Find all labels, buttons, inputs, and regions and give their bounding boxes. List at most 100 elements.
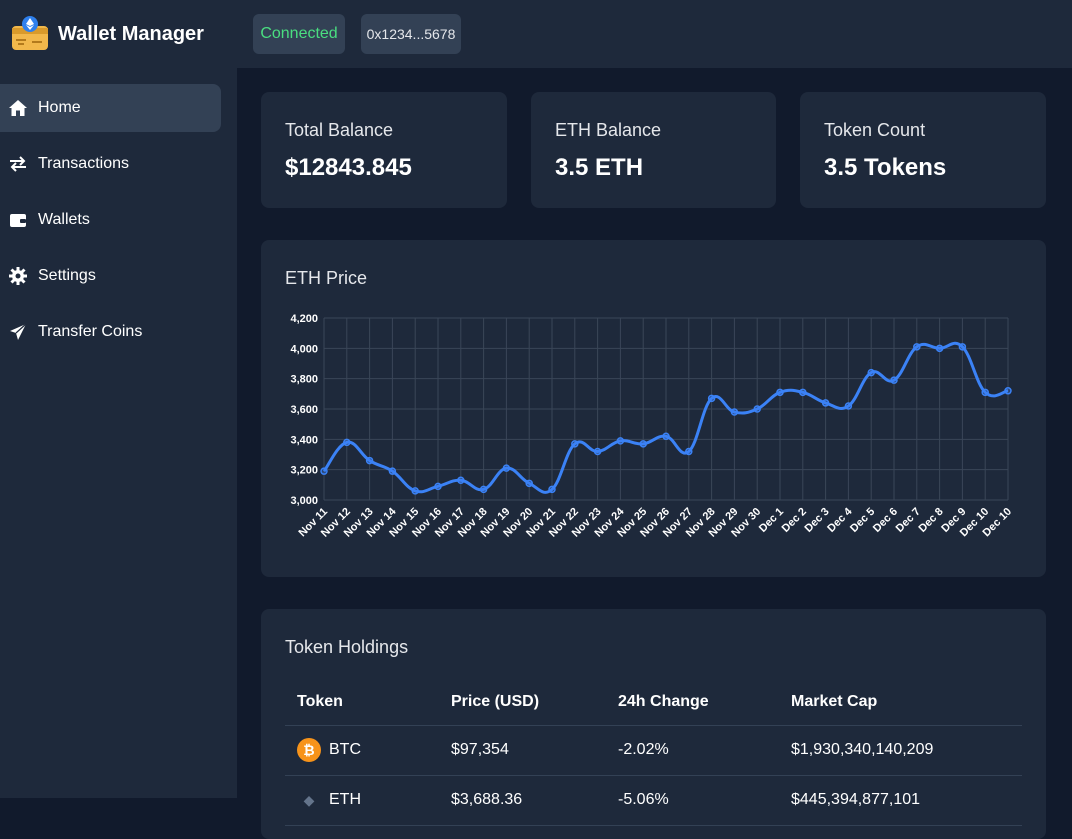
sidebar-item-transactions[interactable]: Transactions <box>0 140 221 188</box>
sidebar-item-settings[interactable]: Settings <box>0 252 221 300</box>
token-holdings-card: Token Holdings Token Price (USD) 24h Cha… <box>261 609 1046 839</box>
data-point <box>913 343 921 351</box>
change-cell: -5.06% <box>606 775 779 826</box>
data-point <box>388 467 397 475</box>
table-row[interactable]: ◆ ETH $3,688.36 -5.06% $445,394,877,101 <box>285 775 1022 826</box>
stat-value: 3.5 Tokens <box>824 154 947 181</box>
data-point <box>935 344 944 353</box>
data-point <box>707 394 716 403</box>
stat-value: $12843.845 <box>285 154 412 181</box>
data-point <box>844 402 853 410</box>
data-point <box>890 376 898 384</box>
sidebar-item-home[interactable]: Home <box>0 84 221 132</box>
y-tick-label: 4,200 <box>290 313 318 325</box>
data-point <box>662 432 670 441</box>
sidebar: Home Transactions Wallets Settings Trans… <box>0 68 237 798</box>
data-point <box>958 343 967 351</box>
data-point <box>411 487 419 495</box>
wallet-address-button[interactable]: 0x1234...5678 <box>361 14 461 54</box>
data-point <box>593 447 602 456</box>
data-point <box>502 464 511 472</box>
y-tick-label: 4,000 <box>290 343 318 355</box>
token-symbol: ETH <box>329 791 361 808</box>
total-balance-card: Total Balance $12843.845 <box>261 92 507 208</box>
column-header-token[interactable]: Token <box>285 679 439 726</box>
x-tick-label: Dec 1 <box>757 506 786 535</box>
arrows-exchange-icon <box>8 154 28 174</box>
x-tick-label: Dec 6 <box>871 506 900 535</box>
data-point <box>457 476 465 485</box>
stat-label: Total Balance <box>285 120 394 140</box>
wallet-logo-icon <box>12 16 48 50</box>
x-tick-label: Dec 2 <box>780 506 809 535</box>
x-tick-label: Dec 8 <box>916 506 945 535</box>
data-point <box>1004 387 1012 395</box>
data-point <box>776 388 784 397</box>
token-symbol: BTC <box>329 741 361 758</box>
x-tick-label: Dec 7 <box>894 506 923 535</box>
y-tick-label: 3,600 <box>290 404 318 416</box>
stat-value: 3.5 ETH <box>555 154 644 181</box>
eth-price-chart[interactable]: 3,0003,2003,4003,6003,8004,0004,200Nov 1… <box>261 240 1046 577</box>
data-point <box>753 405 761 413</box>
token-count-card: Token Count 3.5 Tokens <box>800 92 1046 208</box>
y-tick-label: 3,800 <box>290 374 318 386</box>
sidebar-item-transfer-coins[interactable]: Transfer Coins <box>0 308 221 356</box>
x-tick-label: Dec 5 <box>848 506 877 535</box>
price-cell: $97,354 <box>439 725 606 776</box>
data-point <box>799 388 807 397</box>
data-point <box>548 485 556 494</box>
data-point <box>730 408 739 416</box>
eth-balance-card: ETH Balance 3.5 ETH <box>531 92 776 208</box>
data-point <box>616 437 625 445</box>
sidebar-item-label: Transfer Coins <box>38 323 143 340</box>
y-tick-label: 3,000 <box>290 495 318 507</box>
paper-plane-icon <box>8 322 28 342</box>
token-cell: ₿ BTC <box>285 725 439 776</box>
data-point <box>320 467 328 475</box>
ethereum-icon: ◆ <box>303 791 315 808</box>
data-point <box>867 368 875 377</box>
holdings-table: Token Price (USD) 24h Change Market Cap … <box>285 679 1022 826</box>
table-row[interactable]: ₿ BTC $97,354 -2.02% $1,930,340,140,209 <box>285 725 1022 776</box>
data-point <box>639 440 647 448</box>
change-cell: -2.02% <box>606 725 779 776</box>
market-cap-cell: $1,930,340,140,209 <box>779 725 1022 776</box>
data-point <box>821 399 830 407</box>
data-point <box>525 479 533 488</box>
sidebar-item-wallets[interactable]: Wallets <box>0 196 221 244</box>
data-point <box>479 485 488 494</box>
bitcoin-icon: ₿ <box>297 738 321 762</box>
data-point <box>343 438 351 447</box>
data-point <box>365 456 374 465</box>
sidebar-item-label: Home <box>38 99 81 116</box>
data-point <box>685 447 693 456</box>
home-icon <box>8 98 28 118</box>
x-tick-label: Dec 3 <box>802 506 831 535</box>
price-cell: $3,688.36 <box>439 775 606 826</box>
connection-status-badge: Connected <box>253 14 345 54</box>
brand: Wallet Manager <box>0 14 253 54</box>
data-point <box>434 482 442 491</box>
x-tick-label: Dec 4 <box>825 505 855 535</box>
column-header-price[interactable]: Price (USD) <box>439 679 606 726</box>
token-cell: ◆ ETH <box>285 775 439 826</box>
table-header-row: Token Price (USD) 24h Change Market Cap <box>285 679 1022 726</box>
app-title: Wallet Manager <box>58 22 204 45</box>
data-point <box>981 388 989 397</box>
sidebar-item-label: Wallets <box>38 211 90 228</box>
y-tick-label: 3,200 <box>290 465 318 477</box>
holdings-title: Token Holdings <box>285 637 409 657</box>
stat-label: ETH Balance <box>555 120 662 140</box>
column-header-market-cap[interactable]: Market Cap <box>779 679 1022 726</box>
top-bar: Wallet Manager Connected 0x1234...5678 <box>0 0 1072 68</box>
sidebar-item-label: Transactions <box>38 155 129 172</box>
eth-price-card: ETH Price 3,000 3,200 3,400 3,600 3,800 4,000… <box>261 240 1046 577</box>
column-header-change[interactable]: 24h Change <box>606 679 779 726</box>
y-tick-label: 3,400 <box>290 434 318 446</box>
gear-icon <box>8 266 28 286</box>
wallet-icon <box>8 210 28 230</box>
sidebar-item-label: Settings <box>38 267 96 284</box>
data-point <box>571 440 579 448</box>
market-cap-cell: $445,394,877,101 <box>779 775 1022 826</box>
